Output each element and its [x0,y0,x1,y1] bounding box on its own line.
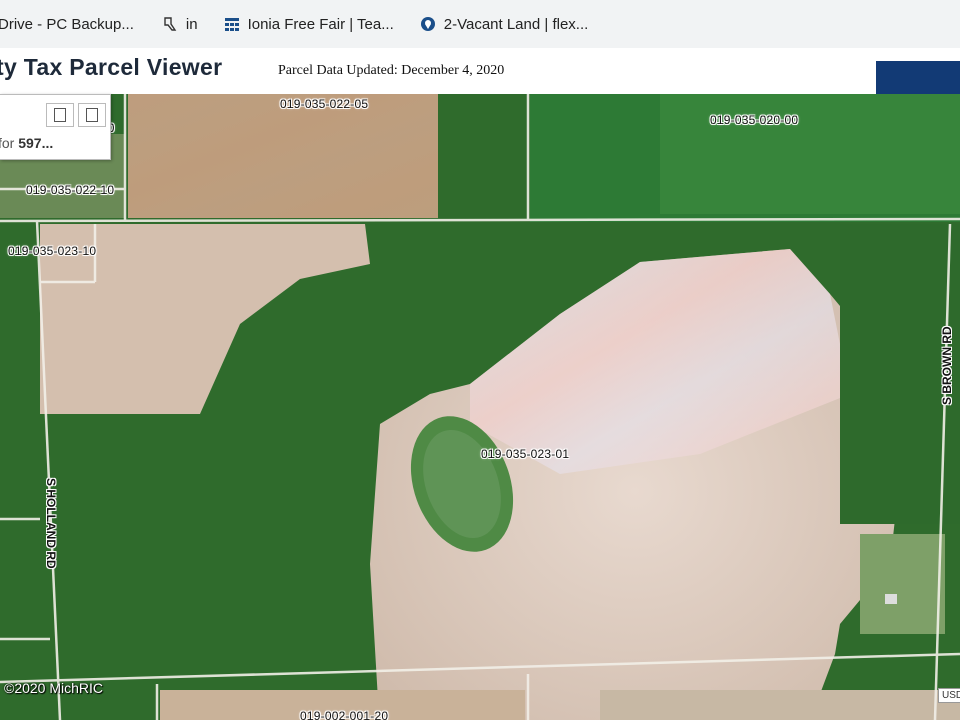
pin-icon [164,17,177,31]
aerial-imagery [0,94,960,720]
bookmarks-bar: Drive - PC Backup... in Ionia Free Fair … [0,0,960,49]
search-value: 597... [18,135,54,151]
search-prefix: for [0,135,15,151]
bookmark-label: 2-Vacant Land | flex... [443,15,589,33]
square-icon [54,108,66,122]
bookmark-drive[interactable]: Drive - PC Backup... [0,16,134,33]
app-header: ty Tax Parcel Viewer Parcel Data Updated… [0,48,960,101]
scale-indicator: USD [938,688,960,703]
road-label-holland: S HOLLAND RD [44,478,58,569]
panel-button[interactable] [46,103,74,127]
square-icon [86,108,98,122]
road-label-brown: S BROWN RD [940,326,954,405]
bookmark-vacant-land[interactable]: 2-Vacant Land | flex... [420,15,589,33]
bookmark-label: Drive - PC Backup... [0,15,134,33]
app-title: ty Tax Parcel Viewer [0,54,223,80]
parcel-label[interactable]: 019-035-023-01 [481,447,569,461]
map-view[interactable]: 019-035-022-05 019-035-020-00 019-035-02… [0,94,960,720]
bookmark-label: Ionia Free Fair | Tea... [247,15,394,33]
location-icon [420,17,435,31]
panel-button[interactable] [78,103,106,127]
bookmark-in[interactable]: in [162,16,198,33]
parcel-label[interactable]: 019-035-020-00 [710,113,798,127]
bookmark-label: in [185,15,198,33]
parcel-label[interactable]: 019-035-022-10 [26,183,114,197]
search-result-text[interactable]: for 597... [0,135,53,151]
parcel-label[interactable]: 019-035-023-10 [8,244,96,258]
bookmark-ionia-free-fair[interactable]: Ionia Free Fair | Tea... [224,16,394,33]
data-updated-text: Parcel Data Updated: December 4, 2020 [278,63,505,78]
search-panel: for 597... [0,94,111,160]
parcel-label[interactable]: 019-035-022-05 [280,97,368,111]
parcel-label[interactable]: 019-002-001-20 [300,709,388,720]
map-copyright: ©2020 MichRIC [4,680,104,696]
grid-icon [224,18,239,31]
